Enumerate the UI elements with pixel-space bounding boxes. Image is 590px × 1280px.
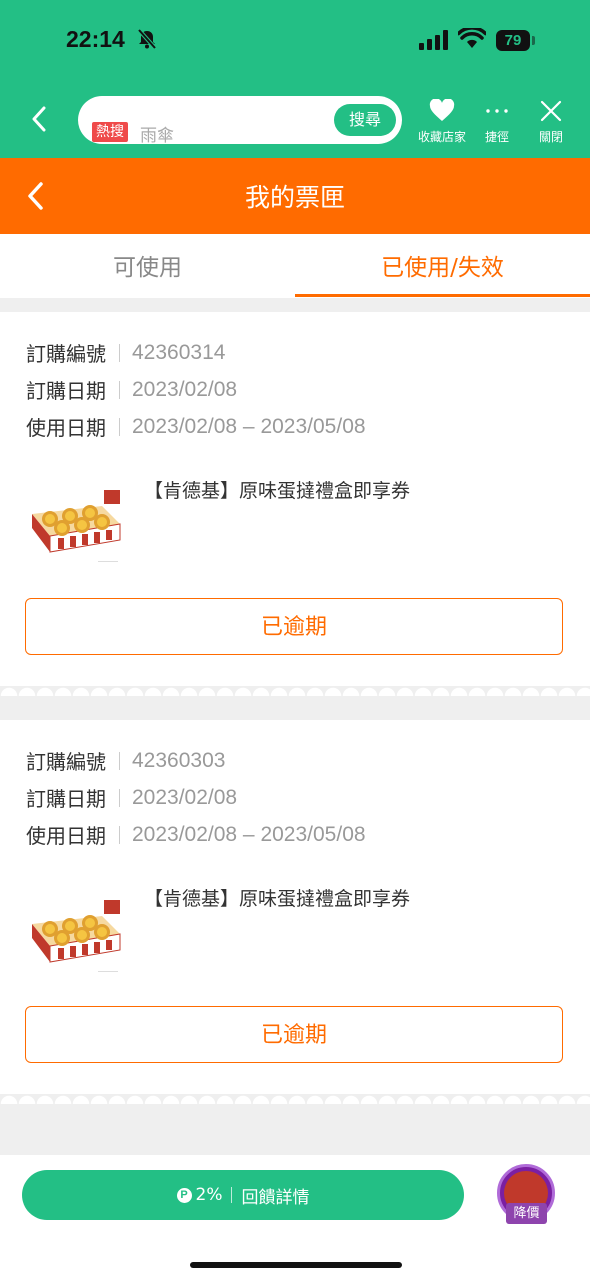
bell-muted-icon <box>137 28 157 50</box>
favorite-store-label: 收藏店家 <box>417 130 466 144</box>
points-icon: P <box>176 1187 192 1203</box>
wifi-icon <box>458 28 486 48</box>
battery-nub <box>532 36 535 45</box>
reward-rate: 2% <box>195 1185 223 1205</box>
use-date-row: 使用日期 2023/02/08 – 2023/05/08 <box>26 820 366 849</box>
battery-indicator: 79 <box>496 30 530 51</box>
ticket-scallop-edge <box>0 1094 590 1104</box>
heart-icon <box>429 99 455 121</box>
ticket-scallop-edge <box>0 686 590 696</box>
egg-tart-box-image[interactable] <box>30 484 122 564</box>
back-icon[interactable] <box>26 104 56 134</box>
ticket-card: 訂購編號 42360303 訂購日期 2023/02/08 使用日期 2023/… <box>0 720 590 1094</box>
use-date-label: 使用日期 <box>26 824 106 848</box>
order-date-row: 訂購日期 2023/02/08 <box>26 375 237 404</box>
reward-label: 回饋詳情 <box>241 1187 310 1208</box>
tab-available[interactable]: 可使用 <box>0 248 295 282</box>
expired-button[interactable]: 已逾期 <box>25 598 563 655</box>
expired-button[interactable]: 已逾期 <box>25 1006 563 1063</box>
tab-used-expired[interactable]: 已使用/失效 <box>295 248 590 282</box>
divider <box>119 343 120 362</box>
order-no-label: 訂購編號 <box>26 342 106 366</box>
order-date-label: 訂購日期 <box>26 787 106 811</box>
divider <box>119 825 120 844</box>
close-button[interactable]: 關閉 <box>532 98 570 145</box>
use-date-label: 使用日期 <box>26 416 106 440</box>
divider <box>231 1187 233 1203</box>
order-date-row: 訂購日期 2023/02/08 <box>26 783 237 812</box>
egg-tart-box-image[interactable] <box>30 894 122 974</box>
ticket-card: 訂購編號 42360314 訂購日期 2023/02/08 使用日期 2023/… <box>0 312 590 686</box>
order-date-label: 訂購日期 <box>26 379 106 403</box>
order-no-label: 訂購編號 <box>26 750 106 774</box>
tab-bar: 可使用 已使用/失效 <box>0 234 590 298</box>
active-tab-indicator <box>295 294 590 297</box>
price-drop-tag: 降價 <box>506 1203 547 1224</box>
order-no-row: 訂購編號 42360303 <box>26 746 225 775</box>
signal-icon <box>419 30 448 50</box>
use-date-value: 2023/02/08 – 2023/05/08 <box>132 822 366 846</box>
search-input[interactable]: 熱搜 雨傘 搜尋 <box>78 96 402 146</box>
reward-details-button[interactable]: P 2% 回饋詳情 <box>22 1170 464 1220</box>
shortcut-button[interactable]: 捷徑 <box>478 98 516 145</box>
hot-search-tag: 熱搜 <box>92 122 128 142</box>
close-icon <box>540 100 562 122</box>
order-date-value: 2023/02/08 <box>132 377 238 401</box>
use-date-value: 2023/02/08 – 2023/05/08 <box>132 414 366 438</box>
divider <box>119 417 120 436</box>
product-name[interactable]: 【肯德基】原味蛋撻禮盒即享券 <box>144 476 410 503</box>
status-time: 22:14 <box>66 26 125 52</box>
use-date-row: 使用日期 2023/02/08 – 2023/05/08 <box>26 412 366 441</box>
order-no-value: 42360303 <box>132 748 226 772</box>
divider <box>119 751 120 770</box>
search-button[interactable]: 搜尋 <box>334 104 396 136</box>
hot-search-keyword: 雨傘 <box>140 126 174 146</box>
shortcut-label: 捷徑 <box>484 130 509 144</box>
favorite-store-button[interactable]: 收藏店家 <box>414 98 470 145</box>
home-indicator <box>190 1262 402 1268</box>
divider <box>119 380 120 399</box>
page-title: 我的票匣 <box>244 183 345 212</box>
divider <box>119 788 120 807</box>
order-date-value: 2023/02/08 <box>132 785 238 809</box>
order-no-row: 訂購編號 42360314 <box>26 338 225 367</box>
product-name[interactable]: 【肯德基】原味蛋撻禮盒即享券 <box>144 884 410 911</box>
close-label: 關閉 <box>538 130 563 144</box>
order-no-value: 42360314 <box>132 340 226 364</box>
more-icon <box>486 109 508 113</box>
